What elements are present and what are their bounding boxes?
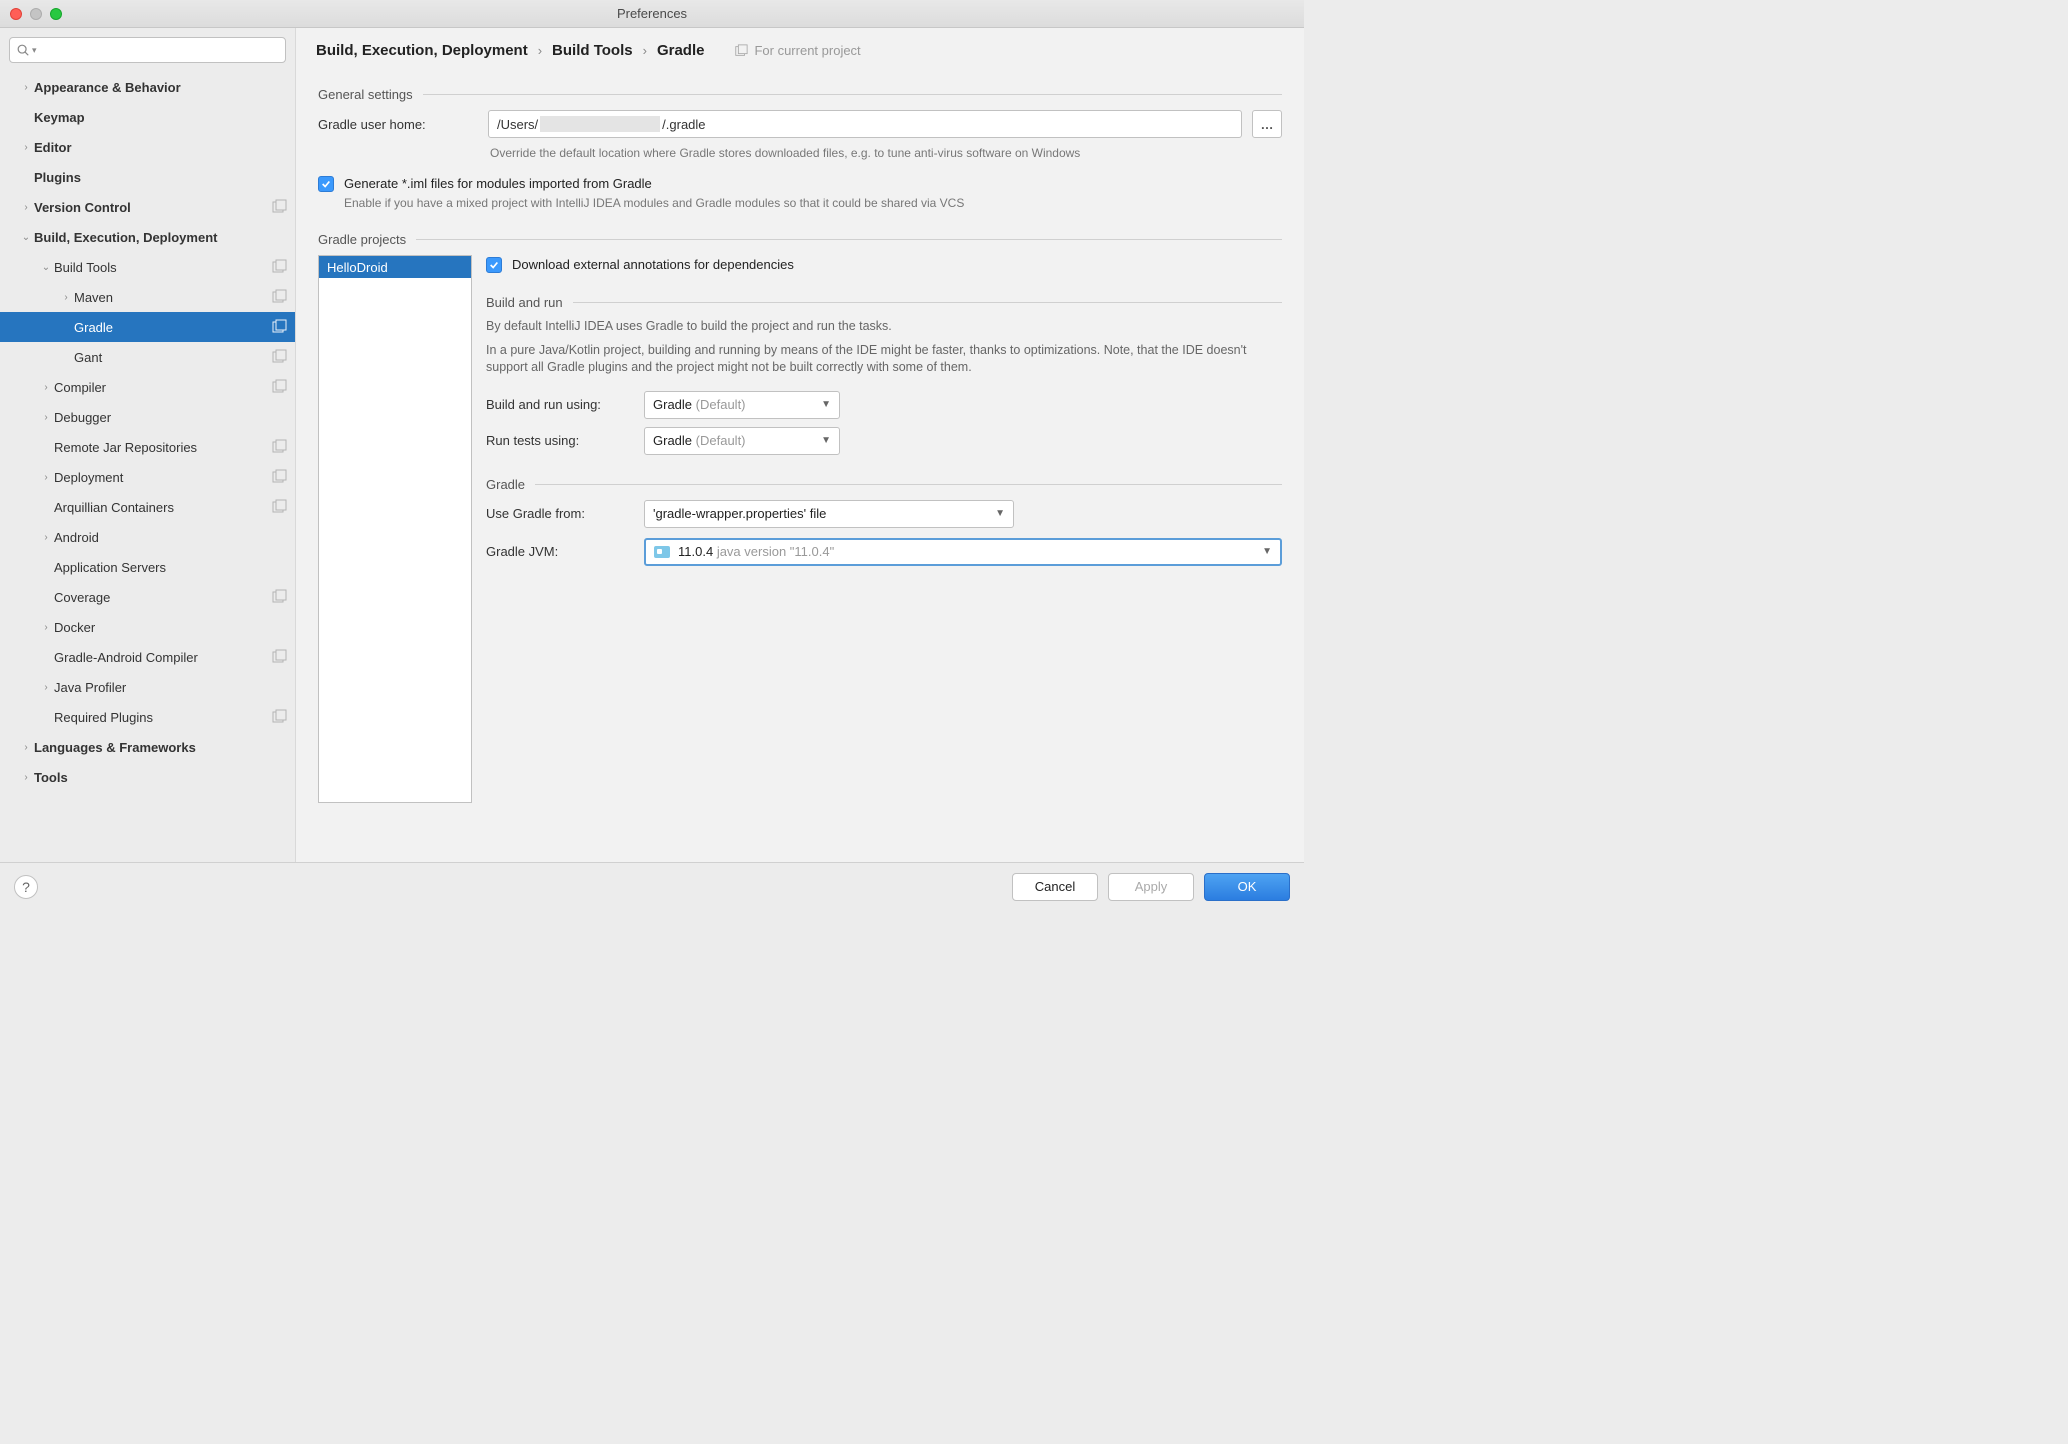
search-icon (16, 43, 30, 57)
tree-appearance[interactable]: ›Appearance & Behavior (0, 72, 295, 102)
redacted (540, 116, 660, 132)
tree-debugger[interactable]: ›Debugger (0, 402, 295, 432)
chevron-down-icon: ▼ (995, 508, 1005, 519)
project-scope-icon (271, 589, 287, 605)
gradle-jvm-select[interactable]: 11.0.4 java version "11.0.4" ▼ (644, 538, 1282, 566)
tree-deployment[interactable]: ›Deployment (0, 462, 295, 492)
project-scope-icon (734, 44, 748, 58)
chevron-down-icon: ▼ (821, 435, 831, 446)
ok-button[interactable]: OK (1204, 873, 1290, 901)
tree-docker[interactable]: ›Docker (0, 612, 295, 642)
use-gradle-from-select[interactable]: 'gradle-wrapper.properties' file ▼ (644, 500, 1014, 528)
tree-keymap[interactable]: Keymap (0, 102, 295, 132)
context-label: For current project (734, 43, 860, 58)
tree-java-profiler[interactable]: ›Java Profiler (0, 672, 295, 702)
project-scope-icon (271, 439, 287, 455)
crumb-a[interactable]: Build, Execution, Deployment (316, 42, 528, 59)
cancel-button[interactable]: Cancel (1012, 873, 1098, 901)
browse-button[interactable]: … (1252, 110, 1282, 138)
tree-maven[interactable]: ›Maven (0, 282, 295, 312)
project-scope-icon (271, 469, 287, 485)
download-annotations-checkbox[interactable] (486, 257, 502, 273)
run-tests-select[interactable]: Gradle (Default) ▼ (644, 427, 840, 455)
tree-gradle-android[interactable]: Gradle-Android Compiler (0, 642, 295, 672)
section-projects: Gradle projects (318, 232, 1282, 247)
run-tests-label: Run tests using: (486, 433, 634, 448)
tree-compiler[interactable]: ›Compiler (0, 372, 295, 402)
download-annotations-label: Download external annotations for depend… (512, 257, 794, 272)
tree-tools[interactable]: ›Tools (0, 762, 295, 792)
project-details: Download external annotations for depend… (486, 255, 1282, 803)
build-run-desc1: By default IntelliJ IDEA uses Gradle to … (486, 318, 1282, 336)
settings-tree: ›Appearance & Behavior Keymap ›Editor Pl… (0, 72, 295, 862)
window-title: Preferences (0, 6, 1304, 21)
tree-build-tools[interactable]: ⌄Build Tools (0, 252, 295, 282)
chevron-down-icon: ▼ (1262, 546, 1272, 557)
gradle-jvm-label: Gradle JVM: (486, 544, 634, 559)
tree-required-plugins[interactable]: Required Plugins (0, 702, 295, 732)
gradle-home-hint: Override the default location where Grad… (490, 146, 1282, 160)
tree-coverage[interactable]: Coverage (0, 582, 295, 612)
generate-iml-hint: Enable if you have a mixed project with … (344, 196, 1282, 210)
tree-arquillian[interactable]: Arquillian Containers (0, 492, 295, 522)
tree-gant[interactable]: Gant (0, 342, 295, 372)
build-using-label: Build and run using: (486, 397, 634, 412)
section-general: General settings (318, 87, 1282, 102)
help-button[interactable]: ? (14, 875, 38, 899)
tree-gradle[interactable]: Gradle (0, 312, 295, 342)
search-field[interactable] (37, 43, 279, 57)
tree-version-control[interactable]: ›Version Control (0, 192, 295, 222)
tree-lang-fw[interactable]: ›Languages & Frameworks (0, 732, 295, 762)
breadcrumb: Build, Execution, Deployment › Build Too… (296, 28, 1304, 65)
tree-remote-jar[interactable]: Remote Jar Repositories (0, 432, 295, 462)
crumb-c: Gradle (657, 42, 705, 59)
main-panel: Build, Execution, Deployment › Build Too… (296, 28, 1304, 862)
project-scope-icon (271, 319, 287, 335)
project-scope-icon (271, 199, 287, 215)
tree-bed[interactable]: ⌄Build, Execution, Deployment (0, 222, 295, 252)
project-scope-icon (271, 709, 287, 725)
gradle-projects-list[interactable]: HelloDroid (318, 255, 472, 803)
tree-plugins[interactable]: Plugins (0, 162, 295, 192)
search-input[interactable]: ▾ (9, 37, 286, 63)
apply-button[interactable]: Apply (1108, 873, 1194, 901)
chevron-down-icon: ▼ (821, 399, 831, 410)
chevron-right-icon: › (538, 43, 542, 58)
generate-iml-checkbox[interactable] (318, 176, 334, 192)
section-gradle: Gradle (486, 477, 1282, 492)
section-build-run: Build and run (486, 295, 1282, 310)
project-scope-icon (271, 349, 287, 365)
project-scope-icon (271, 499, 287, 515)
sidebar: ▾ ›Appearance & Behavior Keymap ›Editor … (0, 28, 296, 862)
content: General settings Gradle user home: /User… (296, 65, 1304, 862)
build-using-select[interactable]: Gradle (Default) ▼ (644, 391, 840, 419)
tree-android[interactable]: ›Android (0, 522, 295, 552)
build-run-desc2: In a pure Java/Kotlin project, building … (486, 342, 1282, 377)
body: ▾ ›Appearance & Behavior Keymap ›Editor … (0, 28, 1304, 862)
project-scope-icon (271, 289, 287, 305)
crumb-b[interactable]: Build Tools (552, 42, 633, 59)
preferences-window: Preferences ▾ ›Appearance & Behavior Key… (0, 0, 1304, 910)
project-scope-icon (271, 379, 287, 395)
generate-iml-label: Generate *.iml files for modules importe… (344, 176, 652, 191)
check-icon (489, 260, 499, 270)
project-scope-icon (271, 649, 287, 665)
tree-editor[interactable]: ›Editor (0, 132, 295, 162)
gradle-home-label: Gradle user home: (318, 117, 478, 132)
chevron-right-icon: › (643, 43, 647, 58)
tree-app-servers[interactable]: Application Servers (0, 552, 295, 582)
gradle-home-input[interactable]: /Users/ /.gradle (488, 110, 1242, 138)
jdk-icon (654, 546, 670, 558)
footer: ? Cancel Apply OK (0, 862, 1304, 910)
project-item[interactable]: HelloDroid (319, 256, 471, 278)
project-scope-icon (271, 259, 287, 275)
check-icon (321, 179, 331, 189)
use-gradle-from-label: Use Gradle from: (486, 506, 634, 521)
titlebar: Preferences (0, 0, 1304, 28)
